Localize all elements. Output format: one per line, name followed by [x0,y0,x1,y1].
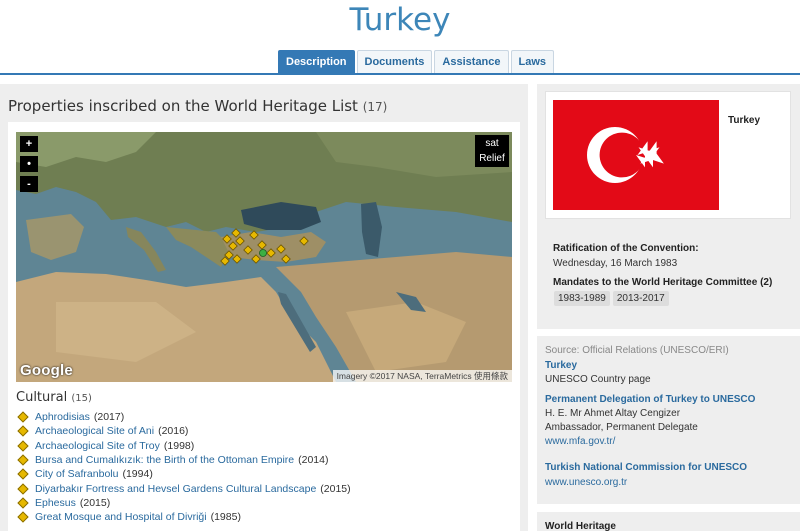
site-year: (1985) [210,511,241,524]
tab-documents[interactable]: Documents [356,50,433,73]
site-marker-icon [17,454,29,466]
site-year: (1994) [122,468,153,481]
country-page-text: UNESCO Country page [545,374,651,385]
list-item: Bursa and Cumalıkızık: the Birth of the … [17,453,351,467]
country-name: Turkey [728,115,761,126]
list-item: Diyarbakır Fortress and Hevsel Gardens C… [17,481,351,495]
site-year: (2017) [93,411,125,424]
mandates-list: 1983-1989 2013-2017 [554,291,669,306]
map-center-button[interactable]: • [20,156,38,172]
tab-laws[interactable]: Laws [510,50,555,73]
site-marker-icon [17,511,29,523]
site-marker-icon [17,482,29,495]
commission-url-link[interactable]: www.unesco.org.tr [545,477,627,488]
google-logo: Google [20,362,73,379]
properties-heading: Properties inscribed on the World Herita… [8,97,387,115]
cultural-heading-text: Cultural [16,390,68,405]
site-link[interactable]: Aphrodisias [35,410,90,424]
list-item: Great Mosque and Hospital of Divriği (198… [17,510,351,524]
zoom-out-button[interactable]: - [20,176,38,192]
site-year: (1998) [163,439,195,452]
mandate-badge: 1983-1989 [554,291,610,306]
list-item: Archaeological Site of Ani (2016) [17,424,351,438]
site-link[interactable]: Archaeological Site of Ani [35,424,154,438]
tab-description[interactable]: Description [278,50,355,73]
list-item: City of Safranbolu (1994) [17,467,351,481]
delegate-role: Ambassador, Permanent Delegate [545,422,698,433]
world-heritage-heading: World Heritage [545,521,616,531]
site-link[interactable]: Great Mosque and Hospital of Divriği [35,510,207,524]
map-type-control: sat Relief [475,135,509,167]
map-type-relief[interactable]: Relief [475,151,509,166]
cultural-heading: Cultural (15) [16,390,92,405]
delegation-link[interactable]: Permanent Delegation of Turkey to UNESCO [545,394,755,405]
page-title: Turkey [349,2,451,38]
turkey-flag-image [553,100,719,210]
list-item: Aphrodisias (2017) [17,410,351,424]
source-label: Source: Official Relations (UNESCO/ERI) [545,345,729,356]
tab-bar: Description Documents Assistance Laws [278,50,555,73]
map-attribution[interactable]: Imagery ©2017 NASA, TerraMetrics 使用條款 [332,370,512,382]
zoom-in-button[interactable]: + [20,136,38,152]
list-item: Ephesus (2015) [17,496,351,510]
map-type-satellite[interactable]: sat [475,136,509,151]
tab-underline [0,73,800,75]
site-marker-icon [17,440,29,452]
site-year: (2015) [79,496,111,509]
site-marker-icon [17,411,29,423]
site-link[interactable]: Diyarbakır Fortress and Hevsel Gardens C… [35,482,316,496]
list-item: Archaeological Site of Troy (1998) [17,439,351,453]
mandates-label: Mandates to the World Heritage Committee… [553,277,773,288]
properties-heading-text: Properties inscribed on the World Herita… [8,97,358,115]
ratification-date: Wednesday, 16 March 1983 [553,258,678,269]
site-year: (2015) [320,482,351,495]
site-year: (2016) [158,425,189,438]
cultural-count: (15) [71,393,92,404]
heritage-map[interactable]: + • - sat Relief Google Imagery ©2017 NA… [16,132,512,382]
country-link[interactable]: Turkey [545,360,577,371]
site-link[interactable]: City of Safranbolu [35,467,118,481]
site-link[interactable]: Bursa and Cumalıkızık: the Birth of the … [35,453,294,467]
commission-link[interactable]: Turkish National Commission for UNESCO [545,462,747,473]
properties-count: (17) [362,100,388,114]
map-terrain [16,132,512,382]
site-year: (2014) [298,454,329,467]
delegate-name: H. E. Mr Ahmet Altay Cengizer [545,408,681,419]
site-link[interactable]: Ephesus [35,496,76,510]
site-marker-icon [17,425,29,438]
ratification-label: Ratification of the Convention: [553,243,699,254]
site-link[interactable]: Archaeological Site of Troy [35,439,160,453]
tab-assistance[interactable]: Assistance [434,50,509,73]
cultural-site-list: Aphrodisias (2017) Archaeological Site of… [17,410,351,524]
site-marker-icon [17,497,29,509]
delegation-url-link[interactable]: www.mfa.gov.tr/ [545,436,615,447]
mandate-badge: 2013-2017 [612,291,669,306]
site-marker-icon [17,468,29,480]
